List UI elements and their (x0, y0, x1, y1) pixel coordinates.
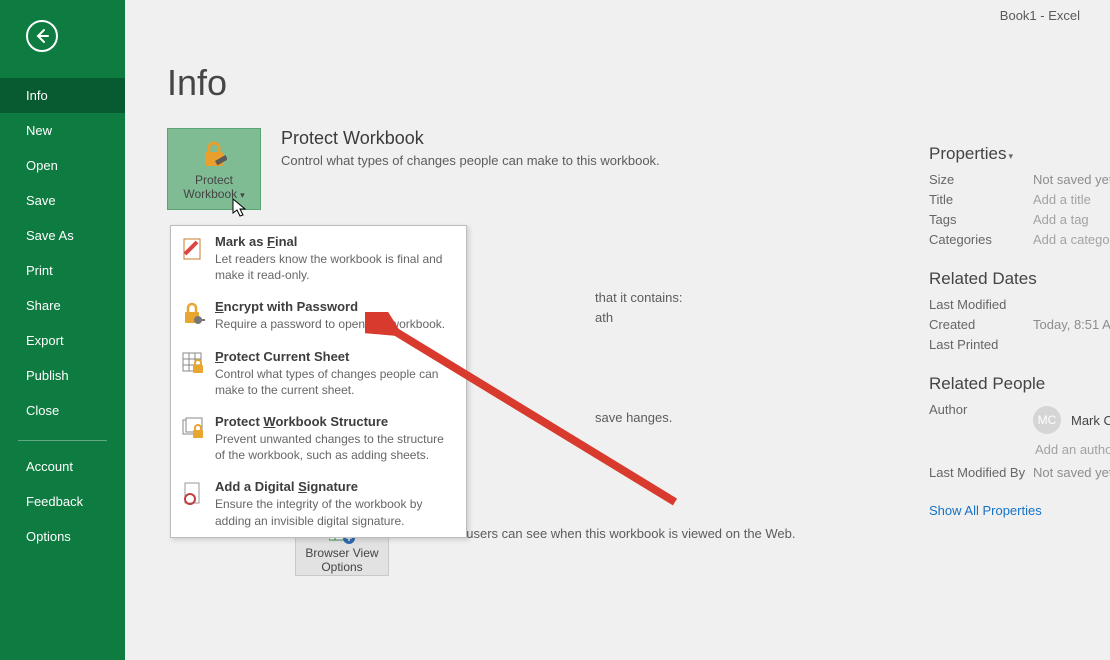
obscured-text: ath (595, 310, 613, 325)
sidebar-item-print[interactable]: Print (0, 253, 125, 288)
lock-icon (201, 137, 227, 173)
avatar: MC (1033, 406, 1061, 434)
back-arrow-icon (34, 28, 50, 44)
menu-item-title: Protect Current Sheet (215, 349, 456, 364)
related-dates-heading: Related Dates (929, 269, 1110, 289)
author-label: Author (929, 402, 1033, 457)
prop-label-tags: Tags (929, 212, 1033, 227)
add-author[interactable]: Add an author (1035, 442, 1110, 457)
date-label-created: Created (929, 317, 1033, 332)
prop-value-categories[interactable]: Add a category (1033, 232, 1110, 247)
menu-item-desc: Control what types of changes people can… (215, 366, 456, 398)
digital-sig-icon (179, 481, 207, 509)
protect-heading: Protect Workbook (281, 128, 660, 149)
page-title: Info (167, 62, 1110, 104)
back-button[interactable] (26, 20, 58, 52)
sidebar-footer-nav: AccountFeedbackOptions (0, 449, 125, 554)
chevron-down-icon: ▾ (240, 190, 245, 200)
date-label-last printed: Last Printed (929, 337, 1033, 352)
related-people-heading: Related People (929, 374, 1110, 394)
sidebar-item-save[interactable]: Save (0, 183, 125, 218)
menu-item-desc: Ensure the integrity of the workbook by … (215, 496, 456, 528)
menu-item-protect-workbook-structure[interactable]: Protect Workbook Structure Prevent unwant… (171, 406, 466, 471)
chevron-down-icon: ▾ (1008, 151, 1013, 161)
mark-final-icon (179, 236, 207, 264)
window-title: Book1 - Excel (1000, 8, 1080, 23)
last-modified-by-value: Not saved yet (1033, 465, 1110, 480)
sidebar-item-save-as[interactable]: Save As (0, 218, 125, 253)
backstage-sidebar: InfoNewOpenSaveSave AsPrintShareExportPu… (0, 0, 125, 660)
protect-desc: Control what types of changes people can… (281, 153, 660, 168)
prop-label-size: Size (929, 172, 1033, 187)
sidebar-item-options[interactable]: Options (0, 519, 125, 554)
sidebar-item-feedback[interactable]: Feedback (0, 484, 125, 519)
prop-value-tags[interactable]: Add a tag (1033, 212, 1089, 227)
protect-structure-icon (179, 416, 207, 444)
sidebar-item-export[interactable]: Export (0, 323, 125, 358)
protect-sheet-icon (179, 351, 207, 379)
menu-item-desc: Require a password to open this workbook… (215, 316, 456, 332)
menu-item-title: Mark as Final (215, 234, 456, 249)
sidebar-nav: InfoNewOpenSaveSave AsPrintShareExportPu… (0, 78, 125, 428)
sidebar-item-new[interactable]: New (0, 113, 125, 148)
show-all-properties-link[interactable]: Show All Properties (929, 503, 1042, 518)
menu-item-desc: Prevent unwanted changes to the structur… (215, 431, 456, 463)
prop-label-categories: Categories (929, 232, 1033, 247)
menu-item-add-a-digital-signature[interactable]: Add a Digital Signature Ensure the integr… (171, 471, 466, 536)
sidebar-item-close[interactable]: Close (0, 393, 125, 428)
menu-item-protect-current-sheet[interactable]: Protect Current Sheet Control what types … (171, 341, 466, 406)
date-label-last modified: Last Modified (929, 297, 1033, 312)
menu-item-encrypt-with-password[interactable]: Encrypt with Password Require a password … (171, 291, 466, 340)
sidebar-item-account[interactable]: Account (0, 449, 125, 484)
protect-workbook-menu: Mark as Final Let readers know the workbo… (170, 225, 467, 538)
prop-label-title: Title (929, 192, 1033, 207)
menu-item-mark-as-final[interactable]: Mark as Final Let readers know the workbo… (171, 226, 466, 291)
properties-heading[interactable]: Properties▾ (929, 144, 1110, 164)
obscured-text: save hanges. (595, 410, 672, 425)
menu-item-title: Add a Digital Signature (215, 479, 456, 494)
sidebar-item-publish[interactable]: Publish (0, 358, 125, 393)
obscured-text: that it contains: (595, 290, 682, 305)
menu-item-title: Protect Workbook Structure (215, 414, 456, 429)
sidebar-separator (18, 440, 107, 441)
protect-btn-line1: Protect (195, 173, 233, 187)
prop-value-size: Not saved yet (1033, 172, 1110, 187)
prop-value-title[interactable]: Add a title (1033, 192, 1091, 207)
last-modified-by-label: Last Modified By (929, 465, 1033, 480)
sidebar-item-share[interactable]: Share (0, 288, 125, 323)
date-value-created: Today, 8:51 AM (1033, 317, 1110, 332)
properties-heading-label: Properties (929, 144, 1006, 163)
bvo-line2: Options (321, 560, 362, 574)
sidebar-item-info[interactable]: Info (0, 78, 125, 113)
bvo-line1: Browser View (305, 546, 378, 560)
menu-item-desc: Let readers know the workbook is final a… (215, 251, 456, 283)
menu-item-title: Encrypt with Password (215, 299, 456, 314)
author-name[interactable]: Mark Coppock (1071, 413, 1110, 428)
protect-workbook-button[interactable]: Protect Workbook▾ (167, 128, 261, 210)
protect-btn-line2: Workbook (183, 187, 237, 201)
sidebar-item-open[interactable]: Open (0, 148, 125, 183)
encrypt-icon (179, 301, 207, 329)
properties-pane: Properties▾ SizeNot saved yetTitleAdd a … (929, 144, 1110, 518)
